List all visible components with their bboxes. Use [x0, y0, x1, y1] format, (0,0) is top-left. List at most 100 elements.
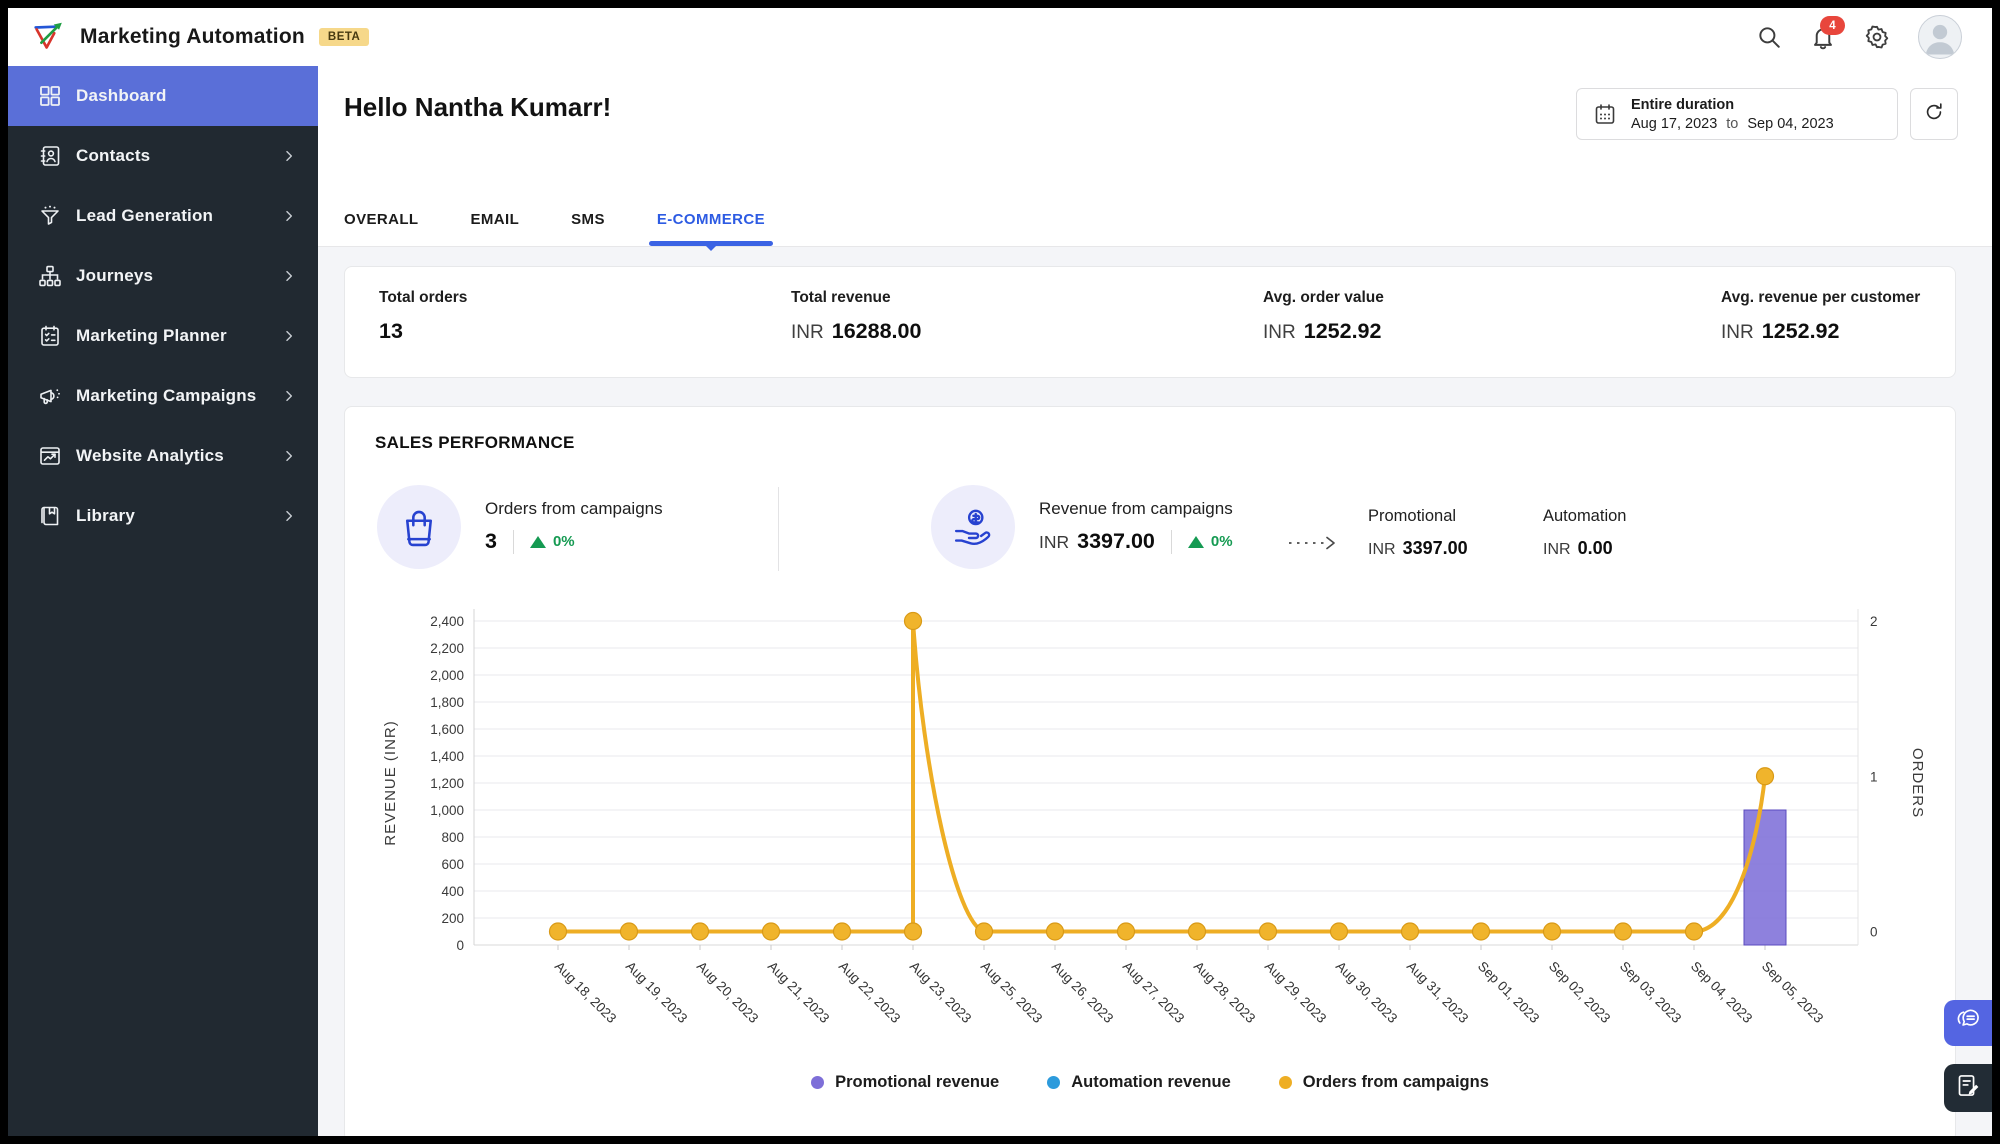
svg-text:2,000: 2,000 — [430, 668, 464, 683]
legend-label: Automation revenue — [1071, 1073, 1231, 1091]
tab-sms[interactable]: SMS — [571, 201, 605, 246]
legend-dot — [1278, 1076, 1292, 1089]
tab-overall[interactable]: OVERALL — [344, 201, 418, 246]
svg-text:Aug 21, 2023: Aug 21, 2023 — [765, 959, 832, 1026]
screenshot-frame: Marketing Automation BETA 4 Dashboard Con… — [0, 0, 2000, 1144]
stat-label: Avg. order value — [1263, 289, 1384, 306]
stat-value: INR 16288.00 — [791, 319, 922, 343]
svg-text:2,400: 2,400 — [430, 614, 464, 629]
vertical-divider — [778, 487, 779, 571]
sidebar-item-contacts[interactable]: Contacts — [8, 126, 318, 186]
svg-text:Aug 18, 2023: Aug 18, 2023 — [552, 959, 619, 1026]
legend-item-orders-from-campaigns[interactable]: Orders from campaigns — [1278, 1073, 1489, 1092]
summary-stat-total-orders: Total orders 13 — [379, 289, 467, 344]
contacts-icon — [38, 144, 62, 168]
sidebar-item-label: Contacts — [76, 146, 151, 165]
dashboard-tabs: OVERALL EMAIL SMS E-COMMERCE — [344, 201, 774, 251]
breakdown-promotional: Promotional INR 3397.00 — [1368, 507, 1468, 558]
svg-text:ORDERS: ORDERS — [1909, 748, 1926, 818]
svg-text:Aug 20, 2023: Aug 20, 2023 — [694, 959, 761, 1026]
svg-text:0: 0 — [456, 938, 464, 953]
svg-text:200: 200 — [441, 911, 464, 926]
svg-text:1: 1 — [1870, 769, 1878, 784]
legend-dot — [811, 1076, 825, 1089]
marketing-planner-icon — [38, 324, 62, 348]
svg-text:Aug 22, 2023: Aug 22, 2023 — [836, 959, 903, 1026]
svg-text:1,400: 1,400 — [430, 749, 464, 764]
svg-text:600: 600 — [441, 857, 464, 872]
sidebar-item-label: Marketing Campaigns — [76, 386, 257, 405]
legend-item-automation-revenue[interactable]: Automation revenue — [1047, 1073, 1231, 1092]
summary-stat-avg-revenue-per-customer: Avg. revenue per customer INR 1252.92 — [1721, 289, 1920, 344]
stat-label: Avg. revenue per customer — [1721, 289, 1921, 306]
sidebar-item-label: Dashboard — [76, 86, 167, 105]
kpi-orders-from-campaigns: Orders from campaigns 3 0% — [377, 479, 663, 569]
edit-document-icon — [1955, 1072, 1982, 1104]
kpi-revenue-from-campaigns: Revenue from campaigns INR 3397.00 0% — [931, 479, 1233, 569]
svg-text:Aug 23, 2023: Aug 23, 2023 — [907, 959, 974, 1026]
sidebar-item-label: Journeys — [76, 266, 154, 285]
settings-gear-icon[interactable] — [1864, 24, 1890, 50]
sidebar-item-label: Library — [76, 506, 136, 525]
tab-e-commerce[interactable]: E-COMMERCE — [648, 201, 774, 251]
topbar-actions: 4 — [1756, 15, 1992, 59]
kpi-row: Orders from campaigns 3 0% Revenue from … — [375, 479, 1925, 583]
breakdown-automation: Automation INR 0.00 — [1543, 507, 1627, 558]
svg-text:Aug 26, 2023: Aug 26, 2023 — [1049, 959, 1116, 1026]
divider — [1170, 529, 1172, 554]
journeys-icon — [38, 264, 62, 288]
legend-dot — [1047, 1076, 1061, 1089]
chevron-right-icon — [282, 269, 296, 283]
divider — [512, 529, 514, 554]
sidebar-item-lead-generation[interactable]: Lead Generation — [8, 186, 318, 246]
sidebar-nav: Dashboard Contacts Lead Generation Journeys… — [8, 66, 318, 1136]
hand-coin-icon — [931, 485, 1015, 569]
sidebar-item-library[interactable]: Library — [8, 486, 318, 546]
svg-text:Aug 19, 2023: Aug 19, 2023 — [623, 959, 690, 1026]
stat-label: Total orders — [379, 289, 468, 306]
svg-text:400: 400 — [441, 884, 464, 899]
svg-text:2,200: 2,200 — [430, 641, 464, 656]
svg-text:0: 0 — [1870, 925, 1878, 940]
date-range-values: Aug 17, 2023 to Sep 04, 2023 — [1631, 115, 1834, 132]
svg-text:Sep 01, 2023: Sep 01, 2023 — [1475, 959, 1542, 1026]
date-range-picker[interactable]: Entire duration Aug 17, 2023 to Sep 04, 20… — [1576, 88, 1898, 140]
up-triangle-icon — [1187, 535, 1204, 548]
sidebar-item-label: Website Analytics — [76, 446, 224, 465]
search-icon[interactable] — [1756, 24, 1782, 50]
kpi-change: 0% — [1187, 533, 1233, 550]
feedback-button[interactable] — [1944, 1064, 1992, 1112]
svg-text:Sep 02, 2023: Sep 02, 2023 — [1546, 959, 1613, 1026]
user-avatar[interactable] — [1918, 15, 1962, 59]
calendar-icon — [1593, 102, 1617, 126]
sidebar-item-marketing-planner[interactable]: Marketing Planner — [8, 306, 318, 366]
sidebar-item-label: Lead Generation — [76, 206, 214, 225]
kpi-value: 3 — [485, 529, 497, 553]
chevron-right-icon — [282, 149, 296, 163]
svg-text:Sep 04, 2023: Sep 04, 2023 — [1688, 959, 1755, 1026]
sidebar-item-dashboard[interactable]: Dashboard — [8, 66, 318, 126]
sidebar-item-journeys[interactable]: Journeys — [8, 246, 318, 306]
stat-value: INR 1252.92 — [1263, 319, 1382, 343]
svg-text:Aug 28, 2023: Aug 28, 2023 — [1191, 959, 1258, 1026]
chat-button[interactable] — [1944, 1000, 1992, 1046]
legend-item-promotional-revenue[interactable]: Promotional revenue — [811, 1073, 999, 1092]
dotted-arrow-icon — [1287, 535, 1339, 551]
dashboard-icon — [38, 84, 62, 108]
marketing-campaigns-icon — [38, 384, 62, 408]
tab-email[interactable]: EMAIL — [470, 201, 519, 246]
library-icon — [38, 504, 62, 528]
refresh-button[interactable] — [1910, 88, 1958, 140]
up-triangle-icon — [529, 535, 546, 548]
kpi-value: INR 3397.00 — [1039, 529, 1155, 553]
sidebar-item-website-analytics[interactable]: Website Analytics — [8, 426, 318, 486]
svg-text:Aug 30, 2023: Aug 30, 2023 — [1333, 959, 1400, 1026]
lead-generation-icon — [38, 204, 62, 228]
chevron-right-icon — [282, 389, 296, 403]
svg-text:1,600: 1,600 — [430, 722, 464, 737]
notification-bell-icon[interactable]: 4 — [1810, 16, 1845, 50]
date-range-label: Entire duration — [1631, 96, 1735, 113]
date-range-text: Entire duration Aug 17, 2023 to Sep 04, 20… — [1631, 97, 1834, 132]
sidebar-item-marketing-campaigns[interactable]: Marketing Campaigns — [8, 366, 318, 426]
chevron-right-icon — [282, 509, 296, 523]
